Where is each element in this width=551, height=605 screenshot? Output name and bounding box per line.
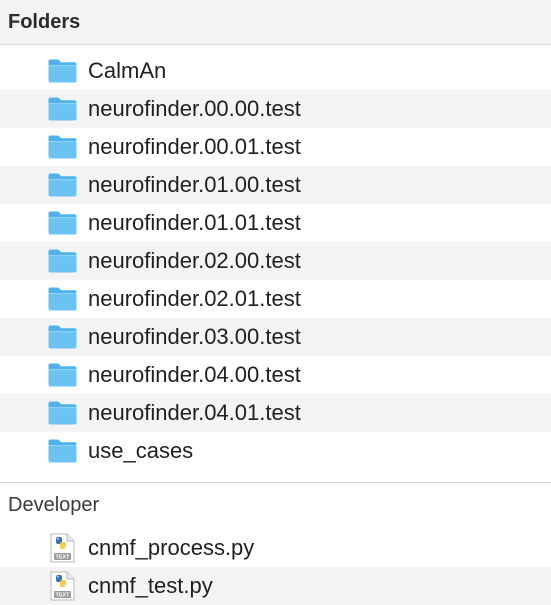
section-header-folders: Folders — [0, 0, 551, 45]
file-row-label: cnmf_process.py — [88, 535, 255, 560]
folder-row[interactable]: neurofinder.03.00.test — [0, 318, 551, 356]
folder-row-label: neurofinder.02.00.test — [88, 248, 301, 273]
folder-row[interactable]: use_cases — [0, 432, 551, 470]
folder-icon — [47, 172, 78, 198]
folder-row-label: neurofinder.01.00.test — [88, 172, 301, 197]
folder-row-label: neurofinder.02.01.test — [88, 286, 301, 311]
folder-icon — [47, 324, 78, 350]
file-row-label: cnmf_test.py — [88, 573, 213, 598]
folder-icon — [47, 362, 78, 388]
folder-icon — [47, 96, 78, 122]
folder-row-label: neurofinder.04.01.test — [88, 400, 301, 425]
folder-row[interactable]: CalmAn — [0, 52, 551, 90]
file-type-badge: TEXT — [55, 555, 70, 561]
folder-row-label: neurofinder.00.01.test — [88, 134, 301, 159]
folder-row-label: use_cases — [88, 438, 194, 463]
folder-row[interactable]: neurofinder.02.00.test — [0, 242, 551, 280]
folder-row-label: neurofinder.00.00.test — [88, 96, 301, 121]
folder-icon — [47, 248, 78, 274]
folder-row[interactable]: neurofinder.01.01.test — [0, 204, 551, 242]
file-row[interactable]: TEXT cnmf_test.py — [0, 567, 551, 605]
developer-list: TEXT cnmf_process.py TEXT cnmf_test.py — [0, 529, 551, 605]
folders-list: CalmAn neurofinder.00.00.test neurofinde… — [0, 52, 551, 470]
python-file-icon: TEXT — [47, 533, 78, 563]
folder-row-label: neurofinder.01.01.test — [88, 210, 301, 235]
folder-row[interactable]: neurofinder.00.00.test — [0, 90, 551, 128]
folder-icon — [47, 286, 78, 312]
folder-row[interactable]: neurofinder.00.01.test — [0, 128, 551, 166]
finder-panel: Folders CalmAn neurofinder.00.00.test ne… — [0, 0, 551, 605]
folder-row[interactable]: neurofinder.01.00.test — [0, 166, 551, 204]
section-header-developer: Developer — [0, 482, 551, 526]
folder-row[interactable]: neurofinder.02.01.test — [0, 280, 551, 318]
folder-row-label: neurofinder.04.00.test — [88, 362, 301, 387]
folder-icon — [47, 438, 78, 464]
folder-icon — [47, 58, 78, 84]
folder-row-label: neurofinder.03.00.test — [88, 324, 301, 349]
folder-row[interactable]: neurofinder.04.00.test — [0, 356, 551, 394]
file-row[interactable]: TEXT cnmf_process.py — [0, 529, 551, 567]
folder-icon — [47, 134, 78, 160]
python-file-icon: TEXT — [47, 571, 78, 601]
folder-icon — [47, 400, 78, 426]
folder-row[interactable]: neurofinder.04.01.test — [0, 394, 551, 432]
folder-row-label: CalmAn — [88, 58, 167, 83]
file-type-badge: TEXT — [55, 593, 70, 599]
folder-icon — [47, 210, 78, 236]
